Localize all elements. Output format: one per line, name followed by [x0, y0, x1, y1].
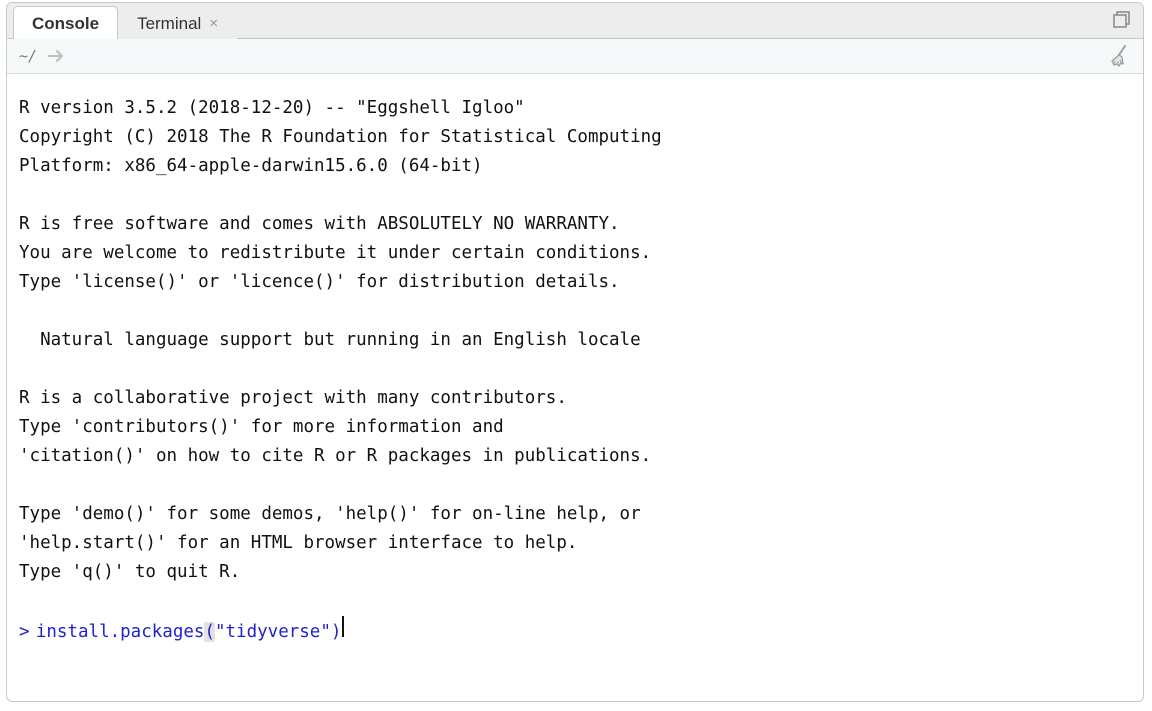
tab-terminal-label: Terminal — [137, 7, 201, 40]
console-output-area[interactable]: R version 3.5.2 (2018-12-20) -- "Eggshel… — [7, 74, 1143, 701]
prompt-symbol: > — [19, 618, 30, 647]
window-controls — [1111, 9, 1133, 31]
current-command: install.packages("tidyverse") — [36, 618, 342, 647]
console-panel: Console Terminal × ~/ — [6, 2, 1144, 702]
maximize-icon[interactable] — [1111, 9, 1133, 31]
working-directory[interactable]: ~/ — [19, 47, 37, 65]
view-history-icon[interactable] — [47, 48, 67, 64]
console-toolbar: ~/ — [7, 39, 1143, 74]
startup-message: R version 3.5.2 (2018-12-20) -- "Eggshel… — [19, 98, 662, 582]
console-input-line[interactable]: >install.packages("tidyverse") — [19, 616, 1131, 647]
tab-console[interactable]: Console — [13, 6, 118, 39]
text-cursor — [342, 616, 344, 637]
tab-bar: Console Terminal × — [7, 3, 1143, 39]
tab-terminal[interactable]: Terminal × — [118, 6, 237, 39]
close-icon[interactable]: × — [209, 16, 218, 31]
clear-console-icon[interactable] — [1107, 43, 1133, 69]
tab-console-label: Console — [32, 7, 99, 40]
